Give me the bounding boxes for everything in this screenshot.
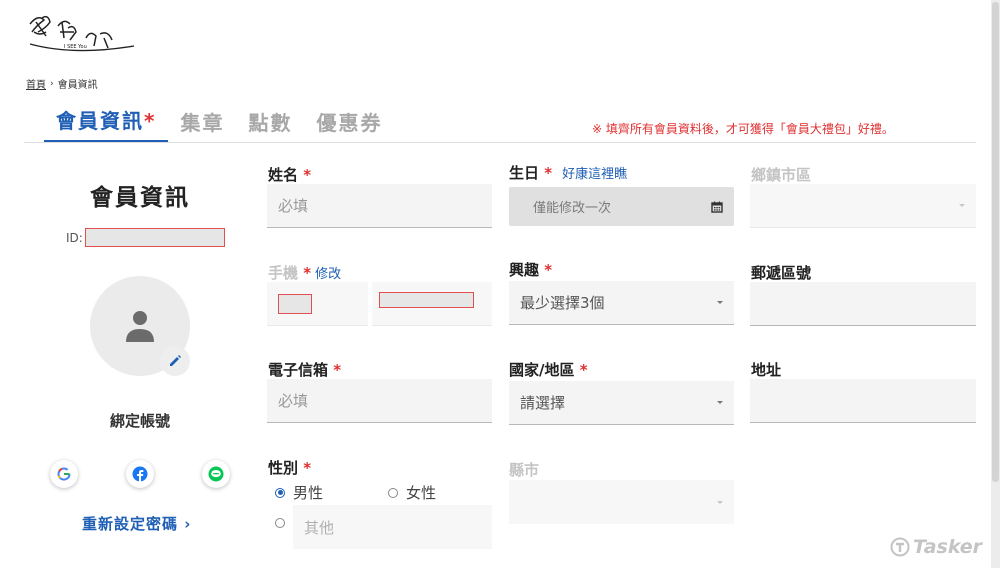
pencil-icon	[170, 355, 181, 366]
address-label: 地址	[751, 361, 782, 379]
breadcrumb-current: 會員資訊	[57, 80, 98, 91]
interest-value: 最少選擇3個	[520, 294, 605, 312]
google-icon	[57, 467, 71, 481]
phone-edit-link[interactable]: 修改	[315, 267, 341, 282]
edit-avatar-button[interactable]	[160, 346, 190, 376]
chevron-down-icon	[959, 204, 965, 207]
required-star: *	[144, 109, 157, 133]
city-label: 縣市	[509, 461, 540, 479]
birthday-label: 生日 * 好康這裡瞧	[509, 162, 627, 183]
district-select[interactable]	[750, 184, 976, 228]
gender-label: 性別 *	[268, 457, 311, 478]
tab-stamps[interactable]: 集章	[168, 107, 236, 142]
name-label-text: 姓名	[268, 166, 299, 184]
member-id-label: ID:	[66, 230, 83, 245]
postal-code-input[interactable]	[750, 282, 976, 326]
city-select[interactable]	[509, 480, 734, 524]
phone-label: 手機 * 修改	[268, 262, 341, 283]
profile-title: 會員資訊	[90, 185, 190, 211]
breadcrumb: 首頁 › 會員資訊	[26, 76, 98, 92]
tab-points[interactable]: 點數	[236, 107, 304, 142]
breadcrumb-separator: ›	[50, 78, 54, 89]
radio-unchecked-icon	[388, 487, 398, 498]
postal-code-label: 郵遞區號	[751, 264, 812, 282]
country-label: 國家/地區 *	[509, 359, 588, 380]
reset-password-link[interactable]: 重新設定密碼 ›	[82, 513, 191, 534]
email-label-text: 電子信箱	[268, 361, 329, 379]
gift-notice: ※ 填齊所有會員資料後，才可獲得「會員大禮包」好禮。	[592, 122, 894, 136]
phone-country-code-field	[267, 282, 368, 326]
chevron-down-icon	[717, 401, 723, 404]
member-id-row: ID:	[66, 228, 225, 247]
scrollbar-thumb[interactable]	[992, 2, 999, 482]
email-placeholder: 必填	[278, 392, 309, 410]
district-label: 鄉鎮市區	[751, 166, 812, 184]
email-input[interactable]: 必填	[267, 379, 492, 423]
gender-female-radio[interactable]: 女性	[388, 482, 436, 503]
interest-select[interactable]: 最少選擇3個	[509, 281, 734, 325]
site-logo[interactable]: I SEE You	[24, 10, 136, 60]
google-bind-button[interactable]	[50, 460, 78, 488]
required-star: *	[544, 164, 553, 182]
tasker-logo-icon	[890, 537, 910, 557]
phone-number-field	[372, 282, 492, 326]
member-tabs: 會員資訊* 集章 點數 優惠券	[44, 107, 394, 142]
gender-label-text: 性別	[268, 459, 299, 477]
country-value: 請選擇	[520, 394, 566, 412]
country-select[interactable]: 請選擇	[509, 381, 734, 425]
name-label: 姓名 *	[268, 164, 311, 185]
radio-unchecked-icon	[275, 518, 285, 528]
page-scrollbar[interactable]	[991, 0, 1000, 568]
name-placeholder: 必填	[278, 197, 309, 215]
chevron-down-icon	[717, 500, 723, 504]
gender-male-radio[interactable]: 男性	[275, 482, 323, 503]
gender-other-input[interactable]: 其他	[293, 505, 492, 549]
member-id-redacted	[84, 228, 225, 247]
svg-text:I SEE You: I SEE You	[64, 44, 87, 50]
country-label-text: 國家/地區	[509, 361, 575, 379]
required-star: *	[303, 264, 312, 282]
tasker-watermark: Tasker	[890, 536, 982, 558]
tab-member-info-label: 會員資訊	[56, 109, 144, 133]
watermark-text: Tasker	[913, 536, 983, 558]
required-star: *	[544, 261, 553, 279]
line-bind-button[interactable]	[202, 460, 230, 488]
tab-coupons[interactable]: 優惠券	[304, 107, 394, 142]
interest-label-text: 興趣	[509, 261, 540, 279]
line-icon	[208, 466, 224, 482]
gender-other-radio[interactable]	[275, 518, 285, 528]
phone-label-text: 手機	[268, 264, 299, 282]
gender-male-label: 男性	[293, 484, 324, 502]
required-star: *	[579, 361, 588, 379]
interest-label: 興趣 *	[509, 259, 552, 280]
tab-member-info[interactable]: 會員資訊*	[44, 105, 169, 142]
email-label: 電子信箱 *	[268, 359, 341, 380]
calendar-icon	[711, 201, 723, 213]
radio-checked-icon	[275, 487, 285, 498]
birthday-label-text: 生日	[509, 164, 540, 182]
phone-code-redacted	[278, 293, 312, 314]
phone-number-redacted	[379, 292, 474, 308]
gender-female-label: 女性	[406, 484, 437, 502]
bind-accounts-title: 綁定帳號	[109, 412, 170, 430]
required-star: *	[333, 361, 342, 379]
gender-other-label: 其他	[304, 518, 335, 537]
chevron-down-icon	[717, 301, 723, 304]
birthday-input[interactable]: 僅能修改一次	[509, 187, 734, 226]
address-input[interactable]	[750, 379, 976, 423]
birthday-promo-link[interactable]: 好康這裡瞧	[562, 167, 627, 182]
name-input[interactable]: 必填	[267, 184, 492, 228]
required-star: *	[303, 166, 312, 184]
tab-divider	[24, 142, 976, 143]
user-icon	[126, 311, 154, 342]
facebook-icon	[132, 466, 148, 482]
required-star: *	[303, 459, 312, 477]
breadcrumb-home-link[interactable]: 首頁	[26, 76, 46, 91]
birthday-placeholder: 僅能修改一次	[533, 201, 612, 216]
facebook-bind-button[interactable]	[126, 460, 154, 488]
